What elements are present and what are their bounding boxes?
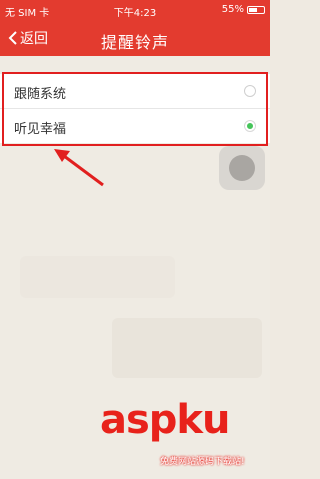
watermark-logo: aspku bbox=[100, 397, 231, 443]
assistive-touch-icon bbox=[229, 155, 255, 181]
assistive-touch-button[interactable] bbox=[219, 146, 265, 190]
watermark-slogan: 免费网站源码下载站! bbox=[160, 457, 245, 467]
